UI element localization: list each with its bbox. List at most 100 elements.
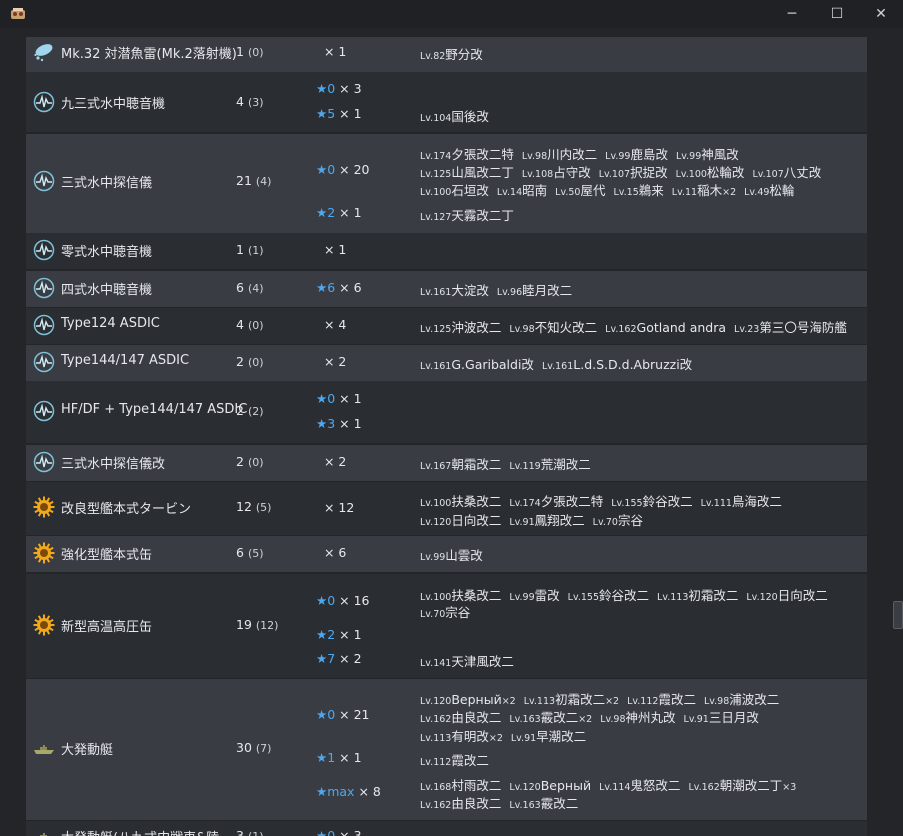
equipment-row[interactable]: 三式水中探信儀 21 (4) ★0 × 20 Lv.174夕張改二特 Lv.98川内改二… bbox=[26, 134, 867, 233]
equipment-row[interactable]: 強化型艦本式缶 6 (5) × 6 Lv.99山雲改 bbox=[26, 536, 867, 572]
ship-line: Lv.100扶桑改二 Lv.99雷改 Lv.155鈴谷改二 Lv.113初霜改二 Lv.… bbox=[420, 585, 828, 604]
equipment-row[interactable]: 新型高温高圧缶 19 (12) ★0 × 16 Lv.100扶桑改二 Lv.99雷改 Lv… bbox=[26, 574, 867, 678]
ship-level: Lv.120 bbox=[420, 517, 452, 528]
star-level: ★6 bbox=[316, 280, 336, 295]
equipment-row[interactable]: Mk.32 対潜魚雷(Mk.2落射機) 1 (0) × 1 Lv.82野分改 bbox=[26, 37, 867, 72]
count-total: 21 bbox=[236, 173, 252, 188]
ship-name: 神風改 bbox=[701, 147, 739, 162]
ship-name: 霞改二 bbox=[451, 753, 489, 768]
ship-level: Lv.11 bbox=[671, 187, 698, 198]
star-level: ★0 bbox=[316, 828, 336, 836]
equipment-row[interactable]: 九三式水中聴音機 4 (3) ★0 × 3 ★5 × 1 Lv.104国後改 bbox=[26, 72, 867, 132]
quantity: × 8 bbox=[358, 784, 381, 799]
sonar-icon bbox=[33, 314, 55, 336]
ship-level: Lv.155 bbox=[567, 592, 600, 603]
improvement-level: ★5 × 1 bbox=[316, 106, 362, 121]
ship-level: Lv.162 bbox=[688, 782, 720, 793]
equipment-name: 強化型艦本式缶 bbox=[61, 548, 153, 563]
scrollbar-thumb[interactable] bbox=[893, 601, 903, 629]
improvement-level: ★0 × 3 bbox=[316, 828, 362, 836]
count-sub: (4) bbox=[255, 175, 272, 188]
ship-line: Lv.113有明改×2 Lv.91早潮改二 bbox=[420, 726, 586, 745]
quantity: × 16 bbox=[339, 593, 370, 608]
equipment-name: 零式水中聴音機 bbox=[61, 245, 153, 260]
ship-level: Lv.91 bbox=[683, 714, 709, 725]
count-total: 3 bbox=[236, 828, 244, 836]
ship-name: 村雨改二 bbox=[451, 778, 502, 793]
equipment-row[interactable]: 四式水中聴音機 6 (4) ★6 × 6 Lv.161大淀改 Lv.96睦月改二 bbox=[26, 271, 867, 307]
ship-name: 由良改二 bbox=[451, 796, 502, 811]
ship-name: 日向改二 bbox=[451, 513, 502, 528]
star-level: ★3 bbox=[316, 416, 336, 431]
ship-line: Lv.82野分改 bbox=[420, 44, 483, 63]
ship-name: 霰改二 bbox=[540, 710, 579, 725]
equipment-row[interactable]: Type124 ASDIC 4 (0) × 4 Lv.125沖波改二 Lv.98不知火… bbox=[26, 308, 867, 344]
ship-level: Lv.162 bbox=[420, 800, 452, 811]
ship-name: 由良改二 bbox=[451, 710, 502, 725]
count-sub: (0) bbox=[247, 46, 264, 59]
ship-level: Lv.125 bbox=[420, 324, 452, 335]
turbine-icon bbox=[33, 496, 55, 518]
ship-level: Lv.174 bbox=[509, 498, 541, 509]
count-total: 1 bbox=[236, 242, 244, 257]
improvement-level: ★1 × 1 bbox=[316, 750, 362, 765]
ship-name: 石垣改 bbox=[451, 183, 489, 198]
ship-name: 択捉改 bbox=[630, 165, 668, 180]
ship-name: 霰改二 bbox=[540, 796, 579, 811]
ship-name: 天霧改二丁 bbox=[451, 208, 514, 223]
equipment-row[interactable]: HF/DF + Type144/147 ASDIC 2 (2) ★0 × 1 ★3 ×… bbox=[26, 381, 867, 443]
improvement-level: ★2 × 1 bbox=[316, 627, 362, 642]
sonar-icon bbox=[33, 451, 55, 473]
ship-level: Lv.98 bbox=[509, 324, 535, 335]
ship-name: 早潮改二 bbox=[536, 729, 587, 744]
ship-level: Lv.99 bbox=[605, 151, 631, 162]
ship-name: 稲木 bbox=[697, 183, 723, 198]
equipment-name: Mk.32 対潜魚雷(Mk.2落射機) bbox=[61, 47, 237, 62]
equipment-row[interactable]: 零式水中聴音機 1 (1) × 1 bbox=[26, 233, 867, 269]
equipment-count: 21 (4) bbox=[236, 173, 271, 188]
ship-level: Lv.100 bbox=[420, 498, 452, 509]
ship-line: Lv.125沖波改二 Lv.98不知火改二 Lv.162Gotland andra L… bbox=[420, 317, 847, 336]
ship-line: Lv.99山雲改 bbox=[420, 545, 483, 564]
ship-line: Lv.112霞改二 bbox=[420, 750, 489, 769]
equipment-row[interactable]: 大発動艇(八九式中戦車&陸 3 (1) ★0 × 3 bbox=[26, 821, 867, 836]
sonar-icon bbox=[33, 351, 55, 373]
quantity: × 20 bbox=[339, 162, 370, 177]
ship-name: 三日月改 bbox=[708, 710, 759, 725]
ship-level: Lv.107 bbox=[598, 169, 631, 180]
improvement-level: ★0 × 20 bbox=[316, 162, 370, 177]
ship-name: 有明改 bbox=[451, 729, 489, 744]
quantity: × 2 bbox=[323, 354, 347, 369]
ship-line: Lv.127天霧改二丁 bbox=[420, 205, 514, 224]
equipment-row[interactable]: 三式水中探信儀改 2 (0) × 2 Lv.167朝霜改二 Lv.119荒潮改二 bbox=[26, 445, 867, 481]
ship-multiplier: ×3 bbox=[782, 782, 797, 793]
equipment-count: 4 (3) bbox=[236, 94, 264, 109]
quantity: × 1 bbox=[339, 416, 362, 431]
ship-line: Lv.70宗谷 bbox=[420, 602, 470, 621]
torpedo-icon bbox=[33, 41, 55, 63]
equipment-row[interactable]: 改良型艦本式タービン 12 (5) × 12 Lv.100扶桑改二 Lv.174夕張改… bbox=[26, 482, 867, 535]
ship-level: Lv.141 bbox=[420, 658, 452, 669]
ship-name: 野分改 bbox=[445, 47, 483, 62]
equipment-row[interactable]: 大発動艇 30 (7) ★0 × 21 Lv.120Верный×2 Lv.113初霜改… bbox=[26, 679, 867, 820]
ship-level: Lv.70 bbox=[420, 609, 446, 620]
ship-name: 山雲改 bbox=[445, 548, 483, 563]
ship-name: 浦波改二 bbox=[729, 692, 780, 707]
quantity: × 1 bbox=[339, 627, 362, 642]
ship-level: Lv.120 bbox=[509, 782, 541, 793]
quantity: × 12 bbox=[323, 500, 355, 515]
equipment-row[interactable]: Type144/147 ASDIC 2 (0) × 2 Lv.161G.Gariba… bbox=[26, 345, 867, 381]
equipment-list[interactable]: Mk.32 対潜魚雷(Mk.2落射機) 1 (0) × 1 Lv.82野分改 九三式水… bbox=[26, 37, 867, 836]
equipment-name: 新型高温高圧缶 bbox=[61, 620, 153, 635]
ship-level: Lv.49 bbox=[744, 187, 770, 198]
equipment-name: 大発動艇 bbox=[61, 743, 114, 758]
count-total: 30 bbox=[236, 740, 252, 755]
ship-level: Lv.99 bbox=[509, 592, 535, 603]
ship-name: 松輪改 bbox=[706, 165, 745, 180]
close-button[interactable]: ✕ bbox=[858, 0, 903, 28]
minimize-button[interactable]: ─ bbox=[769, 0, 815, 28]
count-sub: (1) bbox=[248, 830, 264, 836]
ship-name: 大淀改 bbox=[451, 283, 489, 298]
maximize-button[interactable]: ☐ bbox=[814, 0, 860, 28]
quantity: × 1 bbox=[339, 106, 362, 121]
